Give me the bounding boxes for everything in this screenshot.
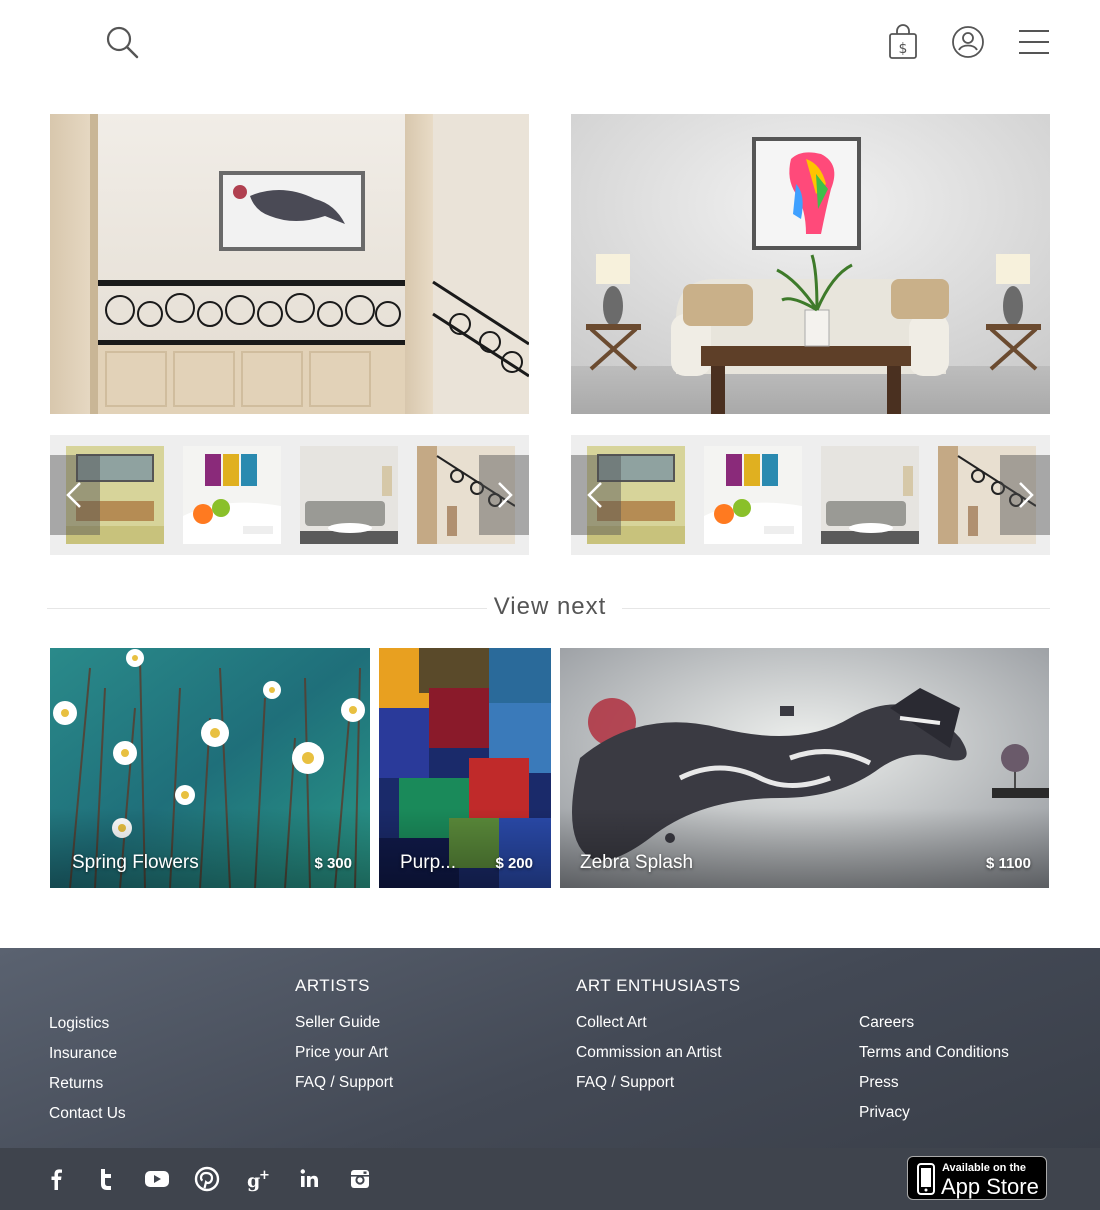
thumbnail-room-3[interactable] [821,446,919,544]
svg-text:+: + [259,1168,270,1183]
instagram-icon[interactable] [347,1166,373,1192]
chevron-left-icon [587,482,602,508]
footer-link-privacy[interactable]: Privacy [859,1104,910,1122]
app-store-badge[interactable]: Available on the App Store [907,1156,1047,1200]
footer-link-price-your-art[interactable]: Price your Art [295,1044,388,1062]
footer-link-faq-support-artists[interactable]: FAQ / Support [295,1074,393,1092]
card-shade [560,808,1049,888]
artwork-title: Zebra Splash [580,852,694,873]
shopping-bag-dollar-icon[interactable]: $ [886,24,920,60]
room-preview-staircase [50,114,529,414]
thumbnail-strip-right [571,435,1050,555]
footer-link-insurance[interactable]: Insurance [49,1045,117,1063]
app-store-caption: Available on the [942,1162,1026,1174]
footer-link-careers[interactable]: Careers [859,1014,914,1032]
linkedin-icon[interactable] [297,1166,323,1192]
artwork-price: $ 300 [314,855,352,872]
footer-link-faq-support-enthusiasts[interactable]: FAQ / Support [576,1074,674,1092]
chevron-right-icon [498,482,513,508]
footer-heading-art-enthusiasts: ART ENTHUSIASTS [576,976,741,995]
hamburger-menu-icon[interactable] [1017,28,1051,56]
user-icon[interactable] [950,24,986,60]
footer-link-terms-and-conditions[interactable]: Terms and Conditions [859,1044,1009,1062]
footer-heading-artists: ARTISTS [295,976,370,995]
footer-link-commission-an-artist[interactable]: Commission an Artist [576,1044,722,1062]
divider-left [47,608,487,609]
artwork-card-zebra-splash[interactable]: Zebra Splash $ 1100 [560,648,1049,888]
footer-link-contact-us[interactable]: Contact Us [49,1105,126,1123]
card-shade [50,808,370,888]
section-title-view-next: View next [493,593,607,620]
header: $ [0,0,1100,85]
card-shade [379,808,551,888]
artwork-card-spring-flowers[interactable]: Spring Flowers $ 300 [50,648,370,888]
artwork-title: Purp... [400,852,456,873]
pinterest-icon[interactable] [194,1166,220,1192]
carousel-prev-button[interactable] [571,455,621,535]
artwork-price: $ 200 [495,855,533,872]
facebook-icon[interactable] [44,1166,70,1192]
twitter-icon[interactable] [94,1166,120,1192]
chevron-left-icon [66,482,81,508]
thumbnail-room-2[interactable] [704,446,802,544]
footer-link-seller-guide[interactable]: Seller Guide [295,1014,380,1032]
footer-link-press[interactable]: Press [859,1074,899,1092]
google-plus-icon[interactable]: g + [246,1166,272,1192]
social-bar: g + Available on the App Store [0,1148,1100,1210]
room-preview-living-room [571,114,1050,414]
carousel-next-button[interactable] [1000,455,1050,535]
footer-link-returns[interactable]: Returns [49,1075,103,1093]
thumbnail-strip-left [50,435,529,555]
carousel-next-button[interactable] [479,455,529,535]
artwork-card-purple[interactable]: Purp... $ 200 [379,648,551,888]
app-store-label: App Store [941,1174,1039,1199]
artwork-price: $ 1100 [985,855,1031,872]
svg-text:$: $ [899,41,908,57]
youtube-icon[interactable] [144,1166,170,1192]
footer-link-collect-art[interactable]: Collect Art [576,1014,647,1032]
page: $ View next Spring Flowers $ 300 Purp...… [0,0,1100,1210]
iphone-icon [917,1163,935,1195]
thumbnail-room-3[interactable] [300,446,398,544]
artwork-title: Spring Flowers [72,852,199,873]
search-icon[interactable] [104,24,140,60]
chevron-right-icon [1019,482,1034,508]
thumbnail-room-2[interactable] [183,446,281,544]
footer-link-logistics[interactable]: Logistics [49,1015,109,1033]
carousel-prev-button[interactable] [50,455,100,535]
divider-right [622,608,1050,609]
footer: Logistics Insurance Returns Contact Us A… [0,948,1100,1148]
